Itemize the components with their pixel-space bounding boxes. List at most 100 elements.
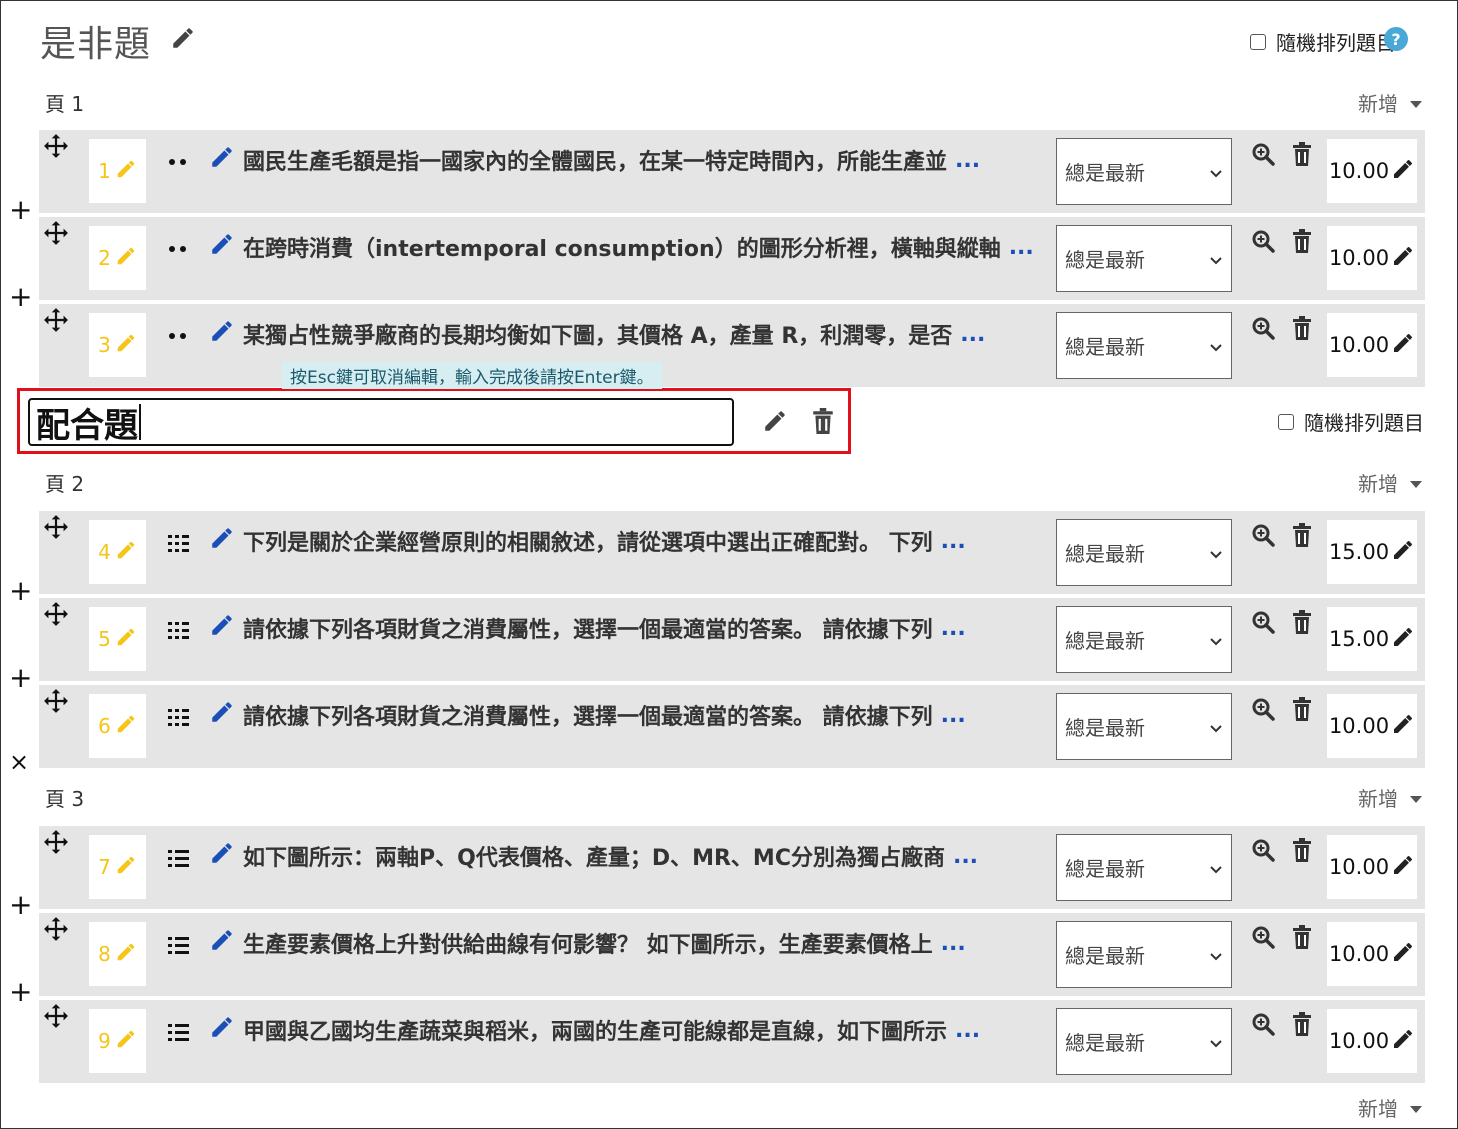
edit-question-pencil-icon[interactable] (209, 612, 235, 644)
add-page-break-icon[interactable]: + (9, 283, 32, 311)
add-page-break-icon[interactable]: + (9, 891, 32, 919)
question-number-box[interactable]: 9 (89, 1009, 146, 1073)
move-handle-icon[interactable] (43, 688, 69, 720)
move-handle-icon[interactable] (43, 1003, 69, 1035)
help-icon[interactable]: ? (1384, 27, 1408, 51)
max-mark[interactable]: 15.00 (1327, 607, 1417, 671)
delete-trash-icon[interactable] (1292, 316, 1312, 344)
question-number-box[interactable]: 5 (89, 607, 146, 671)
preview-magnifier-icon[interactable] (1251, 229, 1275, 257)
version-select[interactable]: 總是最新 (1056, 138, 1232, 205)
move-handle-icon[interactable] (43, 514, 69, 546)
question-number-box[interactable]: 4 (89, 520, 146, 584)
edit-number-pencil-icon[interactable] (115, 941, 137, 967)
edit-mark-pencil-icon[interactable] (1391, 244, 1415, 273)
edit-title-pencil-icon[interactable] (170, 25, 196, 51)
question-link[interactable]: 下列是關於企業經營原則的相關敘述，請從選項中選出正確配對。 下列... (209, 525, 1049, 557)
move-handle-icon[interactable] (43, 307, 69, 339)
edit-mark-pencil-icon[interactable] (1391, 1027, 1415, 1056)
edit-number-pencil-icon[interactable] (115, 713, 137, 739)
move-handle-icon[interactable] (43, 220, 69, 252)
delete-trash-icon[interactable] (1292, 838, 1312, 866)
max-mark[interactable]: 15.00 (1327, 520, 1417, 584)
edit-question-pencil-icon[interactable] (209, 525, 235, 557)
move-handle-icon[interactable] (43, 829, 69, 861)
section-delete-trash-icon[interactable] (812, 408, 834, 438)
edit-question-pencil-icon[interactable] (209, 699, 235, 731)
max-mark[interactable]: 10.00 (1327, 1009, 1417, 1073)
delete-trash-icon[interactable] (1292, 610, 1312, 638)
edit-question-pencil-icon[interactable] (209, 840, 235, 872)
version-select[interactable]: 總是最新 (1056, 693, 1232, 760)
version-select[interactable]: 總是最新 (1056, 225, 1232, 292)
question-number-box[interactable]: 6 (89, 694, 146, 758)
edit-question-pencil-icon[interactable] (209, 231, 235, 263)
question-link[interactable]: 甲國與乙國均生產蔬菜與稻米，兩國的生產可能線都是直線，如下圖所示... (209, 1014, 1049, 1046)
preview-magnifier-icon[interactable] (1251, 523, 1275, 551)
delete-trash-icon[interactable] (1292, 697, 1312, 725)
edit-question-pencil-icon[interactable] (209, 318, 235, 350)
add-page-break-icon[interactable]: + (9, 577, 32, 605)
edit-question-pencil-icon[interactable] (209, 144, 235, 176)
version-select[interactable]: 總是最新 (1056, 1008, 1232, 1075)
question-number-box[interactable]: 2 (89, 226, 146, 290)
delete-trash-icon[interactable] (1292, 142, 1312, 170)
edit-number-pencil-icon[interactable] (115, 626, 137, 652)
shuffle-toggle[interactable]: 隨機排列題目 (1250, 27, 1396, 56)
max-mark[interactable]: 10.00 (1327, 835, 1417, 899)
question-link[interactable]: 國民生產毛額是指一國家內的全體國民，在某一特定時間內，所能生產並... (209, 144, 1049, 176)
preview-magnifier-icon[interactable] (1251, 1012, 1275, 1040)
version-select[interactable]: 總是最新 (1056, 312, 1232, 379)
delete-trash-icon[interactable] (1292, 925, 1312, 953)
edit-mark-pencil-icon[interactable] (1391, 157, 1415, 186)
version-select[interactable]: 總是最新 (1056, 921, 1232, 988)
question-link[interactable]: 如下圖所示：兩軸P、Q代表價格、產量；D、MR、MC分別為獨占廠商... (209, 840, 1049, 872)
max-mark[interactable]: 10.00 (1327, 139, 1417, 203)
section-shuffle-checkbox[interactable] (1278, 413, 1294, 430)
add-menu-page-2[interactable]: 新增 (1358, 468, 1422, 497)
move-handle-icon[interactable] (43, 133, 69, 165)
edit-number-pencil-icon[interactable] (115, 1028, 137, 1054)
version-select[interactable]: 總是最新 (1056, 834, 1232, 901)
edit-number-pencil-icon[interactable] (115, 245, 137, 271)
edit-mark-pencil-icon[interactable] (1391, 538, 1415, 567)
question-number-box[interactable]: 1 (89, 139, 146, 203)
section-shuffle-toggle[interactable]: 隨機排列題目 (1278, 407, 1424, 436)
edit-number-pencil-icon[interactable] (115, 539, 137, 565)
preview-magnifier-icon[interactable] (1251, 316, 1275, 344)
question-link[interactable]: 請依據下列各項財貨之消費屬性，選擇一個最適當的答案。 請依據下列... (209, 699, 1049, 731)
delete-trash-icon[interactable] (1292, 229, 1312, 257)
add-menu-page-1[interactable]: 新增 (1358, 88, 1422, 117)
version-select[interactable]: 總是最新 (1056, 519, 1232, 586)
remove-page-break-icon[interactable]: × (9, 750, 29, 774)
question-number-box[interactable]: 3 (89, 313, 146, 377)
add-page-break-icon[interactable]: + (9, 664, 32, 692)
add-menu-page-3[interactable]: 新增 (1358, 783, 1422, 812)
max-mark[interactable]: 10.00 (1327, 922, 1417, 986)
delete-trash-icon[interactable] (1292, 1012, 1312, 1040)
edit-mark-pencil-icon[interactable] (1391, 853, 1415, 882)
edit-question-pencil-icon[interactable] (209, 1014, 235, 1046)
question-link[interactable]: 請依據下列各項財貨之消費屬性，選擇一個最適當的答案。 請依據下列... (209, 612, 1049, 644)
edit-mark-pencil-icon[interactable] (1391, 712, 1415, 741)
max-mark[interactable]: 10.00 (1327, 694, 1417, 758)
version-select[interactable]: 總是最新 (1056, 606, 1232, 673)
preview-magnifier-icon[interactable] (1251, 838, 1275, 866)
move-handle-icon[interactable] (43, 601, 69, 633)
preview-magnifier-icon[interactable] (1251, 697, 1275, 725)
edit-mark-pencil-icon[interactable] (1391, 331, 1415, 360)
max-mark[interactable]: 10.00 (1327, 313, 1417, 377)
edit-mark-pencil-icon[interactable] (1391, 625, 1415, 654)
question-link[interactable]: 生產要素價格上升對供給曲線有何影響？ 如下圖所示，生產要素價格上... (209, 927, 1049, 959)
edit-question-pencil-icon[interactable] (209, 927, 235, 959)
delete-trash-icon[interactable] (1292, 523, 1312, 551)
add-menu-end[interactable]: 新增 (1358, 1093, 1422, 1122)
preview-magnifier-icon[interactable] (1251, 925, 1275, 953)
max-mark[interactable]: 10.00 (1327, 226, 1417, 290)
move-handle-icon[interactable] (43, 916, 69, 948)
section-edit-pencil-icon[interactable] (762, 408, 788, 438)
edit-mark-pencil-icon[interactable] (1391, 940, 1415, 969)
add-page-break-icon[interactable]: + (9, 196, 32, 224)
question-number-box[interactable]: 8 (89, 922, 146, 986)
question-number-box[interactable]: 7 (89, 835, 146, 899)
